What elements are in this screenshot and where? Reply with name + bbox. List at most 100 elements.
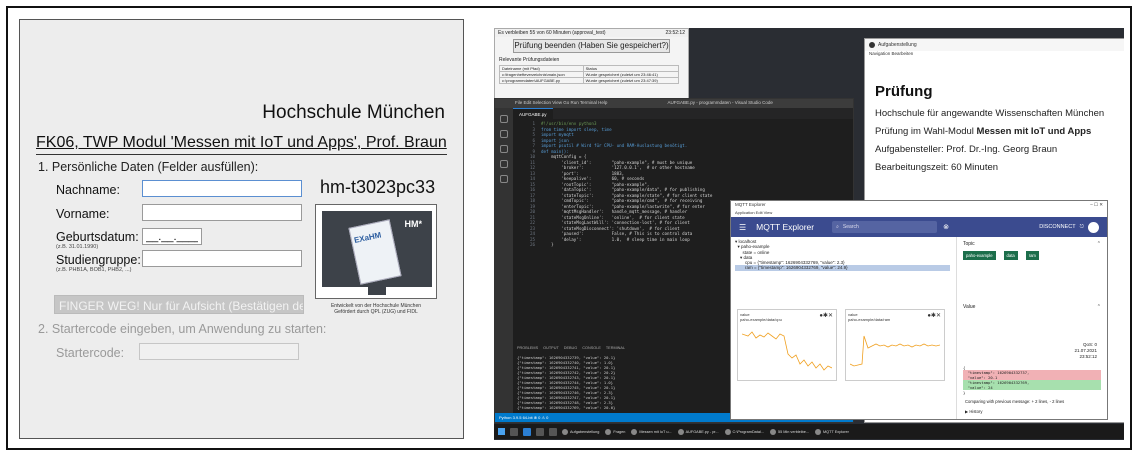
search-icon[interactable] [510,427,518,436]
chevron-up-icon[interactable]: ⌃ [1097,304,1101,310]
files-table: Dateiname (mit Pfad) Status c:\fragenheft… [499,65,680,84]
vorname-label: Vorname: [56,207,110,221]
source-control-icon[interactable] [500,145,508,153]
table-row: c:\programmdaten\AUFGABE.py Wurde gespeic… [499,77,680,84]
app-icon[interactable] [536,427,544,436]
course-title: FK06, TWP Modul 'Messen mit IoT und Apps… [36,134,447,151]
geburtsdatum-field[interactable] [142,228,202,245]
vscode-menu[interactable]: File Edit Selection View Go Run Terminal… [515,100,607,107]
taskbar-item[interactable]: AUFGABE.py - pr... [677,428,719,435]
startercode-label: Startercode: [56,346,125,360]
search-icon[interactable] [500,130,508,138]
mqtt-explorer-window: MQTT Explorer – ☐ ✕ Application Edit View… [730,200,1108,420]
hm-logo-text: HM* [404,219,423,229]
disconnect-button[interactable]: DISCONNECT ⎋ [1039,221,1099,233]
ram-chart: value paho-example/data/ram ●✱✕ [845,309,945,381]
menu-bar[interactable]: Application Edit View [731,210,1107,217]
value-label: Value [963,304,976,310]
chart-controls[interactable]: ●✱✕ [927,312,941,319]
search-icon: ⌕ [836,224,839,230]
run-icon[interactable] [500,160,508,168]
cpu-chart: value paho-example/data/cpu ●✱✕ [737,309,837,381]
university-title: Hochschule München [262,102,445,123]
taskbar-item[interactable]: Messen mit IoT u... [631,428,672,435]
nachname-field[interactable] [142,180,302,197]
disconnect-icon: ⎋ [1079,223,1084,230]
exahm-caption: Entwickelt von der Hochschule München Ge… [330,303,422,315]
extensions-icon[interactable] [500,175,508,183]
taskbar-item[interactable]: C:\ProgramDatal... [724,428,764,435]
supervisor-confirm-button[interactable]: FINGER WEG! Nur für Aufsicht (Bestätigen… [54,295,304,314]
history-toggle[interactable]: ▶ History [965,409,982,414]
window-controls[interactable]: – ☐ ✕ [1090,202,1103,209]
window-title: Aufgabenstellung [878,42,917,48]
app-icon [631,428,638,435]
app-icon [869,42,875,48]
app-icon [677,428,684,435]
exahm-logo: HM* EXaHM [315,204,437,299]
studiengruppe-label: Studiengruppe: [56,253,141,267]
app-title: MQTT Explorer [756,222,815,232]
studiengruppe-hint: (z.B. PHB1A, BOB1, PHB2, ...) [56,267,132,273]
hostname-label: hm-t3023pc33 [320,177,436,197]
topic-label: Topic [963,241,975,247]
files-icon[interactable] [500,115,508,123]
taskbar-item[interactable]: Aufgabenstellung [562,428,599,435]
studiengruppe-field[interactable] [142,250,302,267]
exam-line-1: Hochschule für angewandte Wissenschaften… [875,108,1105,119]
menu-bar[interactable]: Navigation Bearbeiten [865,51,1124,59]
vscode-title: AUFGABE.py - programmdaten - Visual Stud… [667,100,773,105]
panel-tabs[interactable]: PROBLEMS OUTPUT DEBUG CONSOLE TERMINAL [517,346,625,350]
app-icon [562,428,568,435]
clear-search-icon[interactable]: ⊗ [943,223,949,231]
exam-line-2: Prüfung im Wahl-Modul Messen mit IoT und… [875,126,1092,137]
topic-tree[interactable]: ▾ localhost ▾ paho-example state = onlin… [735,239,950,299]
terminal-output: {"timestamp": 1626904332739, "value": 20… [517,355,616,410]
table-row: c:\fragenhefteverzeichnis\main.json Wurde… [499,71,680,78]
exam-line-3: Aufgabensteller: Prof. Dr.-Ing. Georg Br… [875,144,1058,155]
startercode-field[interactable] [139,343,299,360]
taskbar-item[interactable]: 55 Min verbleibe... [769,428,809,435]
divider [36,154,447,155]
topic-chip[interactable]: ram [1025,251,1039,260]
topic-chip[interactable]: data [1003,251,1018,260]
clock: 23:52:12 [665,30,685,36]
page-title: Prüfung [875,83,933,100]
end-exam-button[interactable]: Prüfung beenden (Haben Sie gespeichert?) [513,39,670,53]
window-title: MQTT Explorer [735,202,766,207]
value-diff: { "timestamp": 1626904332737, "value": 2… [963,365,1101,395]
topic-chip[interactable]: paho-example [963,251,996,260]
hamburger-icon[interactable]: ☰ [739,223,746,232]
chart-controls[interactable]: ●✱✕ [819,312,833,319]
vorname-field[interactable] [142,204,302,221]
desktop-screenshot: Es verbleiben 55 von 60 Minuten (approva… [494,28,1124,440]
diff-line: } [963,390,966,395]
message-meta: QoS: 0 21.07.2021 23:52:12 [1074,342,1097,359]
taskbar-item[interactable]: Fragen [605,428,625,435]
app-icon[interactable] [549,427,557,436]
details-panel: Topic ⌃ paho-example data ram Value ⌃ QoS: 0… [956,237,1107,419]
vscode-icon[interactable] [523,427,531,436]
app-icon [724,428,731,435]
geburtsdatum-label: Geburtsdatum: [56,230,139,244]
timer-window: Es verbleiben 55 von 60 Minuten (approva… [494,28,689,104]
search-input[interactable]: ⌕ Search [832,221,938,233]
tree-item[interactable]: ram = {"timestamp": 1626904332769, "valu… [735,265,950,271]
files-label: Relevante Prüfungsdateien [499,57,560,63]
app-icon [605,428,612,435]
taskbar: Aufgabenstellung Fragen Messen mit IoT u..… [494,424,1124,439]
start-icon[interactable] [498,428,505,435]
section-personal-data: 1. Persönliche Daten (Felder ausfüllen): [38,160,259,174]
avatar[interactable] [1088,221,1099,233]
chevron-up-icon[interactable]: ⌃ [1097,241,1101,247]
tab-aufgabe[interactable]: AUFGABE.py [513,108,553,119]
exam-line-4: Bearbeitungszeit: 60 Minuten [875,162,999,173]
app-icon [815,428,822,435]
exahm-logo-text: EXaHM [353,230,383,245]
compare-text: Comparing with previous message: + 2 lin… [965,399,1065,404]
activity-bar [495,108,513,413]
exam-login-window: Hochschule München FK06, TWP Modul 'Mess… [19,19,464,439]
geburtsdatum-hint: (z.B. 31.01.1990) [56,244,99,250]
taskbar-item[interactable]: MQTT Explorer [815,428,849,435]
remaining-time-status: Es verbleiben 55 von 60 Minuten (approva… [498,30,606,36]
